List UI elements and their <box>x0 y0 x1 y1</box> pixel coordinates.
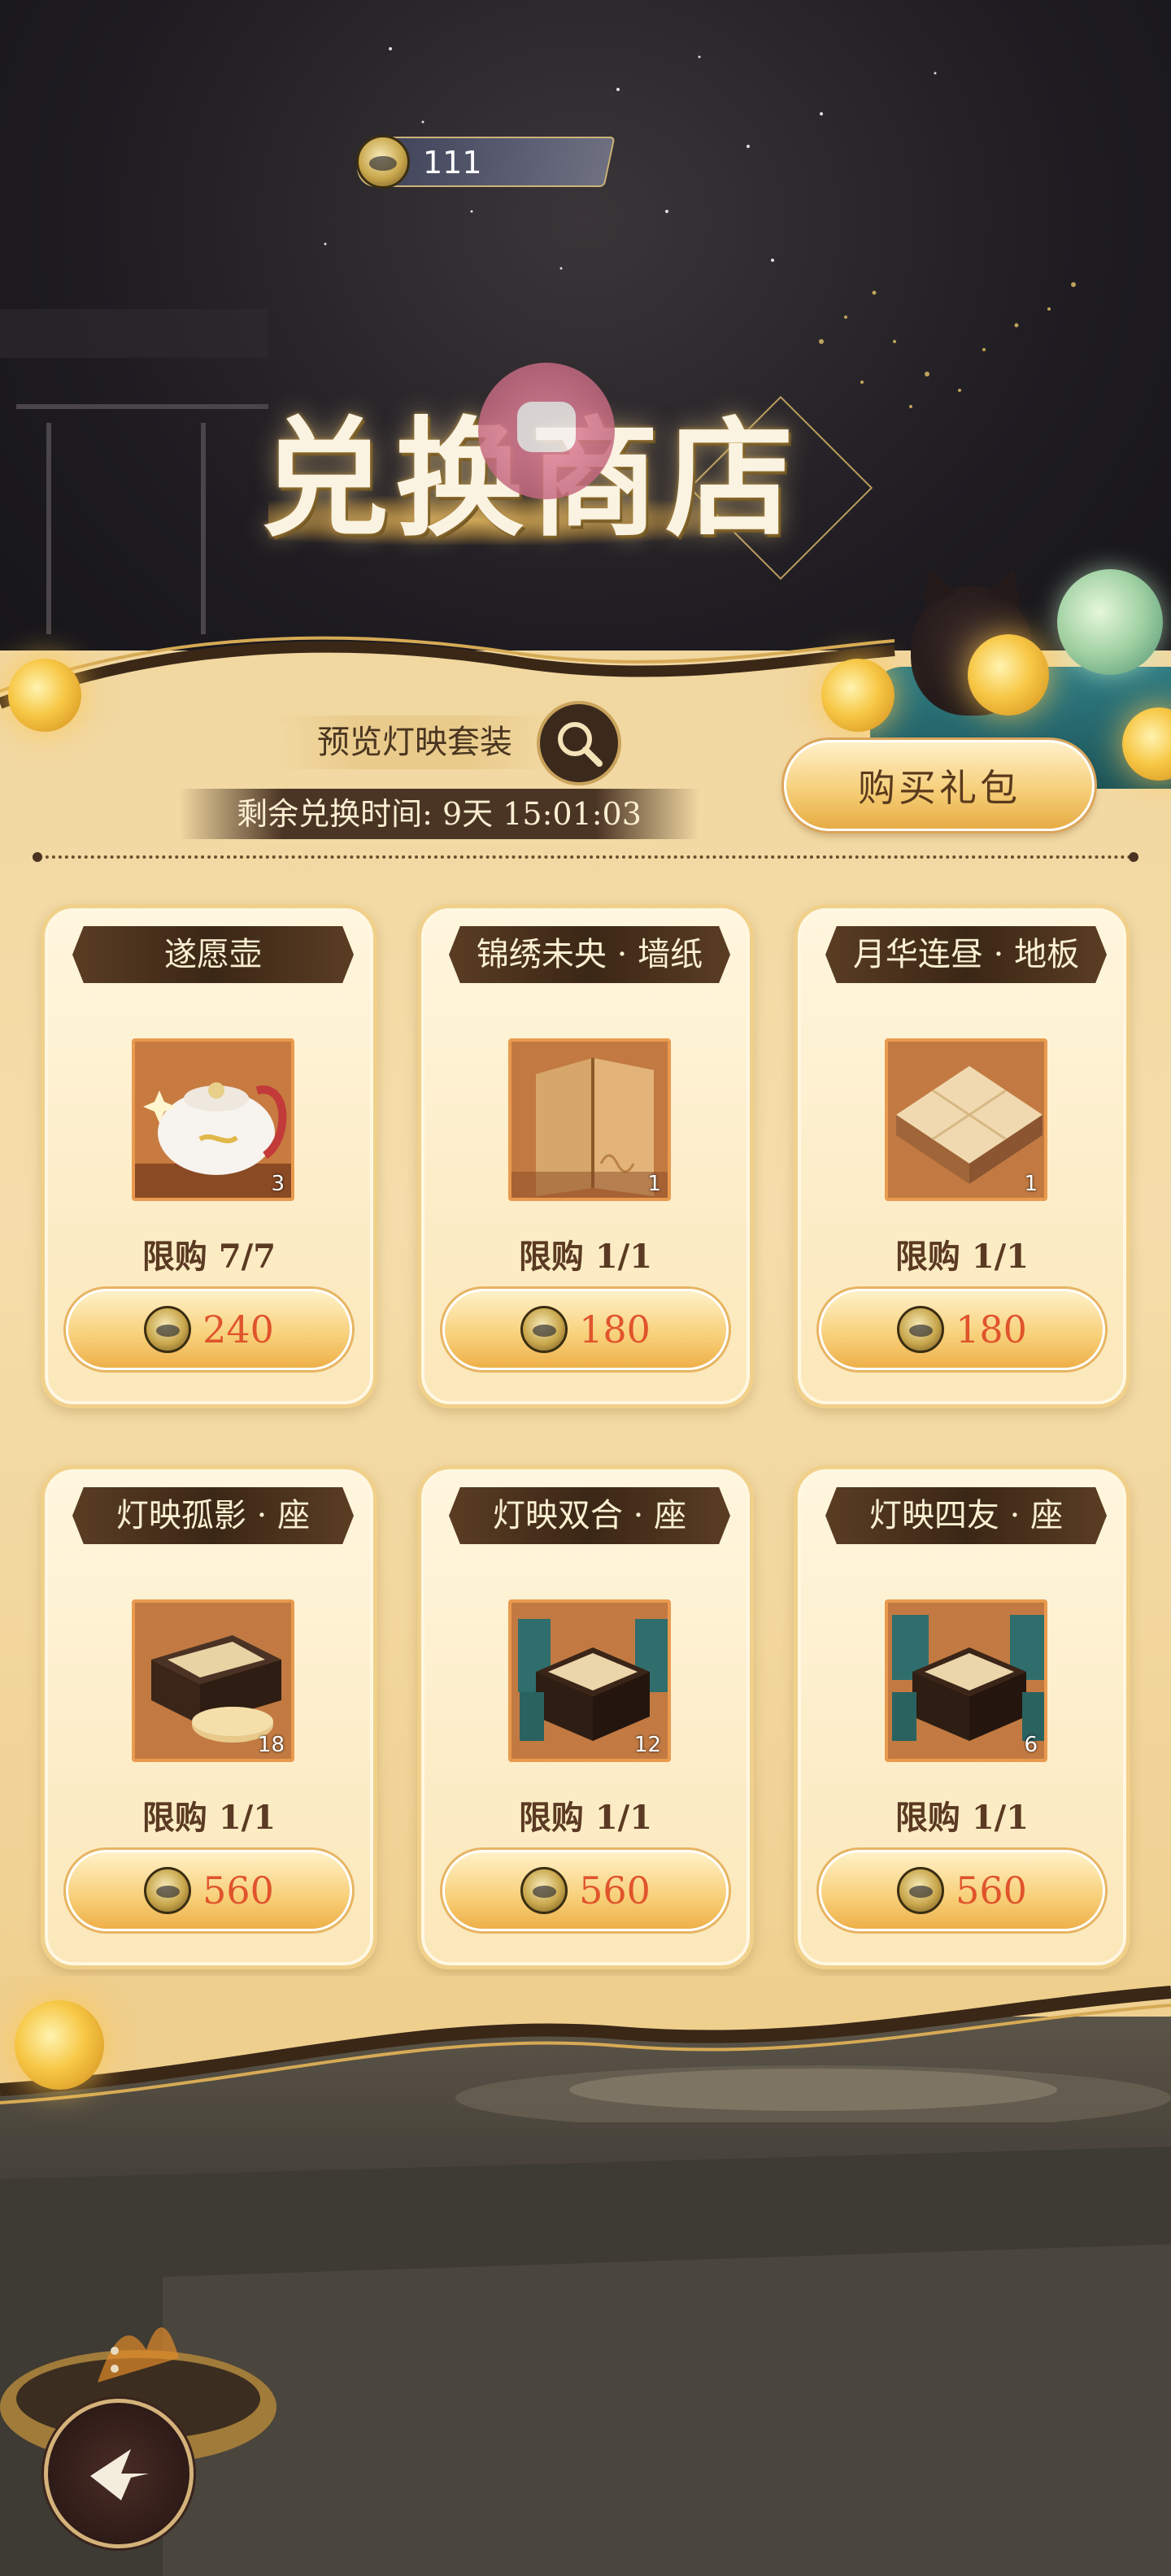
shop-item-card[interactable]: 灯映双合 · 座 12 限购 1/1 560 <box>417 1465 754 1969</box>
item-price: 560 <box>202 1869 274 1912</box>
lantern-coin-icon <box>897 1306 945 1353</box>
item-count: 18 <box>257 1733 285 1757</box>
exchange-button[interactable]: 560 <box>66 1850 352 1931</box>
item-name: 灯映双合 · 座 <box>449 1487 730 1544</box>
back-arrow-icon <box>90 2449 149 2500</box>
indicator-dots <box>111 2347 119 2382</box>
purchase-limit: 限购 1/1 <box>895 1238 1030 1276</box>
item-name: 灯映孤影 · 座 <box>72 1487 354 1544</box>
robot-badge-icon <box>478 363 615 499</box>
panel-bottom-border <box>0 1976 1171 2122</box>
lantern-coin-icon <box>520 1867 568 1914</box>
item-price: 240 <box>202 1308 274 1351</box>
lantern-icon <box>821 659 895 732</box>
lantern-coin-icon <box>144 1867 192 1914</box>
exchange-button[interactable]: 560 <box>442 1850 729 1931</box>
item-image: 1 <box>885 1038 1047 1201</box>
shop-item-card[interactable]: 灯映四友 · 座 6 限购 1/1 560 <box>794 1465 1130 1969</box>
exchange-button[interactable]: 180 <box>442 1289 729 1370</box>
lantern-coin-icon <box>520 1306 568 1353</box>
purchase-limit: 限购 1/1 <box>141 1799 276 1837</box>
exchange-button[interactable]: 180 <box>819 1289 1105 1370</box>
lantern-coin-icon <box>356 135 410 189</box>
exchange-button[interactable]: 240 <box>66 1289 352 1370</box>
item-count: 1 <box>1024 1172 1038 1196</box>
shop-item-card[interactable]: 锦绣未央 · 墙纸 1 限购 1/1 180 <box>417 904 754 1408</box>
magnifier-icon <box>558 722 603 767</box>
item-name: 月华连昼 · 地板 <box>825 926 1107 983</box>
lantern-icon <box>15 2000 104 2090</box>
purchase-limit: 限购 1/1 <box>895 1799 1030 1837</box>
currency-amount: 111 <box>423 145 482 181</box>
preview-button[interactable] <box>537 701 621 785</box>
item-name: 锦绣未央 · 墙纸 <box>449 926 730 983</box>
item-image: 12 <box>508 1599 671 1762</box>
buy-pack-button[interactable]: 购买礼包 <box>784 740 1095 831</box>
item-price: 180 <box>579 1308 651 1351</box>
divider <box>33 852 1138 862</box>
back-button[interactable] <box>44 2399 194 2548</box>
shop-item-card[interactable]: 遂愿壶 3 限购 7/7 240 <box>41 904 377 1408</box>
item-image: 1 <box>508 1038 671 1201</box>
item-price: 560 <box>579 1869 651 1912</box>
shop-item-card[interactable]: 灯映孤影 · 座 18 限购 1/1 560 <box>41 1465 377 1969</box>
purchase-limit: 限购 7/7 <box>141 1238 276 1276</box>
lantern-coin-icon <box>897 1867 945 1914</box>
item-name: 遂愿壶 <box>72 926 354 983</box>
purchase-limit: 限购 1/1 <box>518 1799 653 1837</box>
item-count: 1 <box>647 1172 661 1196</box>
item-price: 560 <box>956 1869 1027 1912</box>
item-count: 12 <box>633 1733 661 1757</box>
preview-set-label[interactable]: 预览灯映套装 <box>276 716 553 769</box>
item-count: 6 <box>1024 1733 1038 1757</box>
item-image: 3 <box>132 1038 294 1201</box>
item-price: 180 <box>956 1308 1027 1351</box>
item-image: 6 <box>885 1599 1047 1762</box>
item-image: 18 <box>132 1599 294 1762</box>
exchange-button[interactable]: 560 <box>819 1850 1105 1931</box>
lantern-icon <box>968 634 1049 716</box>
item-name: 灯映四友 · 座 <box>825 1487 1107 1544</box>
shop-item-card[interactable]: 月华连昼 · 地板 1 限购 1/1 180 <box>794 904 1130 1408</box>
exchange-timer: 剩余兑换时间: 9天 15:01:03 <box>179 789 699 839</box>
lantern-coin-icon <box>144 1306 192 1353</box>
lantern-icon <box>8 659 81 732</box>
item-count: 3 <box>271 1172 285 1196</box>
purchase-limit: 限购 1/1 <box>518 1238 653 1276</box>
green-lantern-icon <box>1057 569 1163 675</box>
